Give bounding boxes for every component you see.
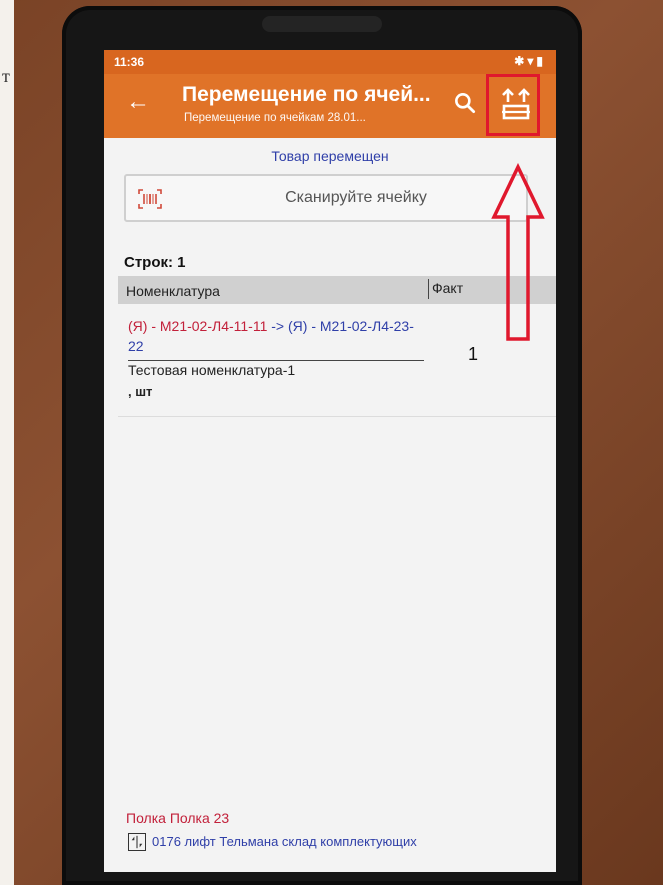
product-name: Тестовая номенклатура-1 (128, 362, 296, 378)
status-message: Товар перемещен (271, 148, 389, 164)
column-header-nomenclature[interactable]: Номенклатура (126, 283, 220, 299)
battery-icon: ▮ (536, 54, 546, 68)
phone-speaker (262, 16, 382, 32)
app-title: Перемещение по ячей... (182, 83, 431, 106)
barcode-scan-icon (138, 189, 162, 209)
route-arrow: -> (271, 318, 285, 334)
footer-location: 0176 лифт Тельмана склад комплектующих (152, 834, 417, 849)
red-up-arrow-annotation (491, 163, 545, 341)
scan-cell-placeholder: Сканируйте ячейку (285, 189, 427, 206)
product-unit: , шт (128, 384, 153, 399)
bluetooth-icon: ✱ (514, 54, 528, 68)
paper-strip-text: т (2, 66, 10, 86)
footer-shelf: Полка Полка 23 (126, 810, 230, 826)
cell-route: (Я) - М21-02-Л4-11-11 -> (Я) - М21-02-Л4… (128, 316, 428, 356)
scan-cell-field[interactable]: Сканируйте ячейку (124, 174, 528, 222)
background-paper-strip: т (0, 0, 14, 885)
status-icons: ✱▾▮ (514, 54, 546, 68)
route-divider (128, 360, 424, 361)
route-from: (Я) - М21-02-Л4-11-11 (128, 318, 268, 334)
column-header-fact[interactable]: Факт (428, 279, 463, 299)
rows-count: Строк: 1 (124, 254, 186, 271)
fact-quantity: 1 (468, 344, 479, 364)
app-subtitle: Перемещение по ячейкам 28.01... (184, 112, 366, 124)
highlight-annotation-box (486, 74, 540, 136)
up-down-arrows-icon[interactable] (128, 833, 146, 851)
arrow-left-icon[interactable]: ← (124, 88, 152, 116)
search-icon[interactable] (452, 90, 478, 116)
status-bar: 11:36 ✱▾▮ (104, 50, 556, 74)
status-time: 11:36 (114, 55, 145, 69)
phone-screen: 11:36 ✱▾▮ ← Перемещение по ячей... Перем… (104, 50, 556, 872)
